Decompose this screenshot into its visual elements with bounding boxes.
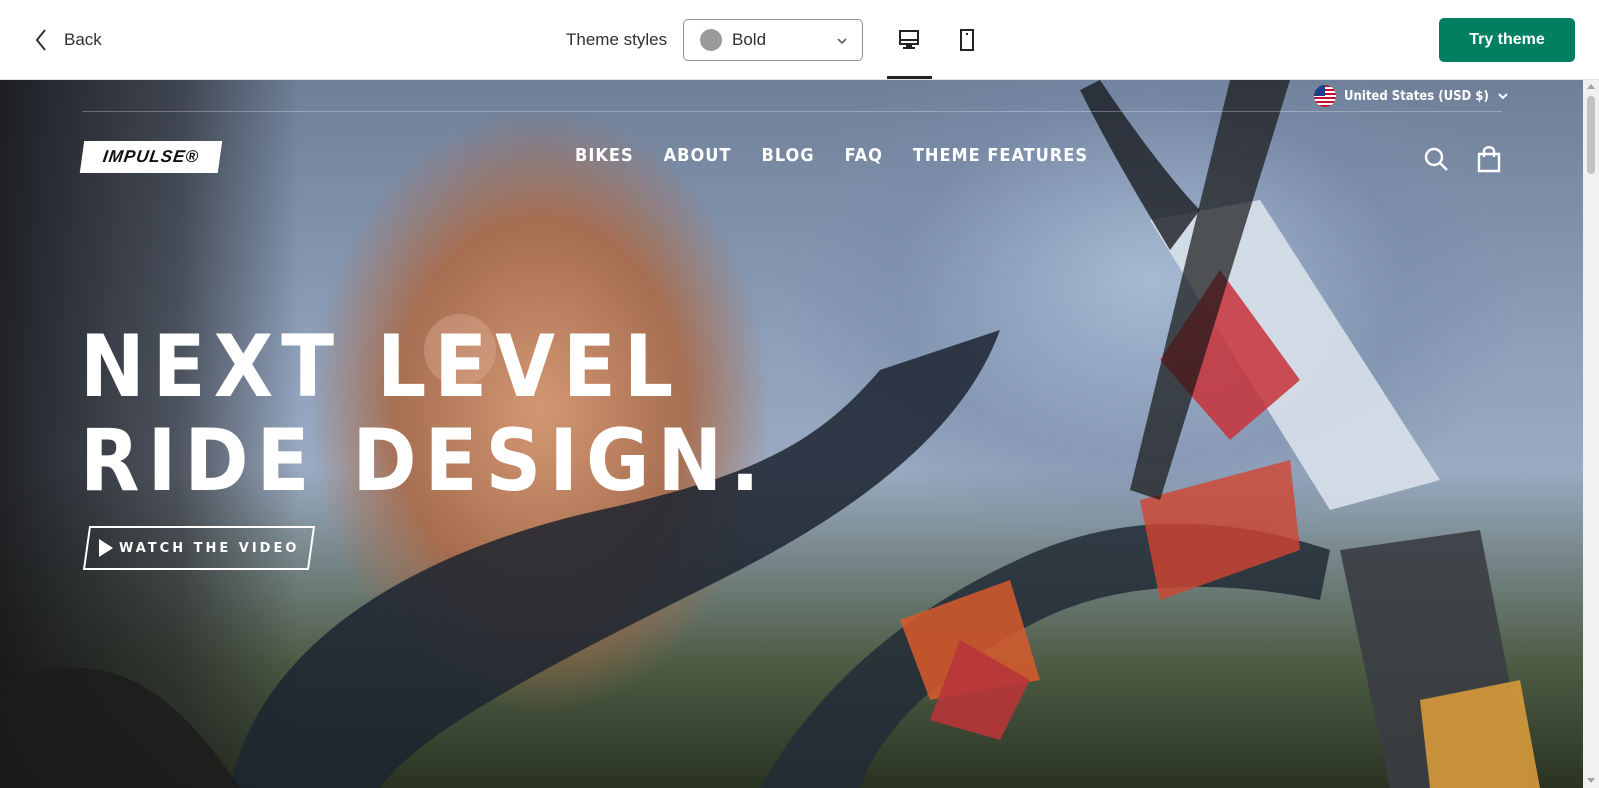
desktop-view-button[interactable] xyxy=(887,18,931,62)
chevron-down-icon xyxy=(837,38,847,45)
currency-label: United States (USD $) xyxy=(1344,88,1489,104)
cart-icon xyxy=(1477,146,1501,173)
header-divider xyxy=(82,111,1502,112)
back-button[interactable]: Back xyxy=(32,24,102,56)
theme-style-value: Bold xyxy=(732,30,767,49)
mobile-view-button[interactable] xyxy=(945,18,989,62)
scrollbar-thumb[interactable] xyxy=(1587,96,1595,174)
search-icon xyxy=(1424,147,1448,171)
watch-video-button[interactable]: WATCH THE VIDEO xyxy=(82,526,316,570)
scroll-up-arrow-icon[interactable] xyxy=(1587,84,1595,89)
theme-style-select[interactable]: Bold xyxy=(683,19,863,61)
store-logo[interactable]: IMPULSE® xyxy=(79,141,223,173)
active-view-indicator xyxy=(887,76,932,79)
nav-item-about[interactable]: ABOUT xyxy=(664,145,732,166)
scroll-down-arrow-icon[interactable] xyxy=(1587,778,1595,783)
theme-styles-label: Theme styles xyxy=(566,30,668,49)
search-button[interactable] xyxy=(1420,143,1452,175)
nav-item-blog[interactable]: BLOG xyxy=(761,145,814,166)
preview-scrollbar[interactable] xyxy=(1583,80,1599,788)
logo-text: IMPULSE® xyxy=(101,147,201,166)
desktop-icon xyxy=(899,30,919,49)
nav-item-faq[interactable]: FAQ xyxy=(845,145,883,166)
watch-video-label: WATCH THE VIDEO xyxy=(118,540,300,556)
back-label: Back xyxy=(64,30,102,49)
mobile-icon xyxy=(960,29,974,51)
main-navigation: BIKES ABOUT BLOG FAQ THEME FEATURES xyxy=(575,145,1088,166)
play-icon xyxy=(98,539,113,557)
editor-toolbar: Back Theme styles Bold Try theme xyxy=(0,0,1599,80)
nav-item-bikes[interactable]: BIKES xyxy=(575,145,634,166)
hero-title: NEXT LEVEL RIDE DESIGN. xyxy=(80,320,768,508)
chevron-down-icon xyxy=(1498,93,1508,100)
hero-title-line-2: RIDE DESIGN. xyxy=(80,411,768,511)
currency-selector[interactable]: United States (USD $) xyxy=(1314,85,1509,107)
style-color-swatch xyxy=(700,29,722,51)
hero-title-line-1: NEXT LEVEL xyxy=(80,317,682,417)
theme-preview: United States (USD $) IMPULSE® BIKES ABO… xyxy=(0,80,1583,788)
chevron-left-icon xyxy=(35,29,46,51)
us-flag-icon xyxy=(1314,85,1336,107)
nav-item-theme-features[interactable]: THEME FEATURES xyxy=(913,145,1088,166)
cart-button[interactable] xyxy=(1473,143,1505,175)
try-theme-button[interactable]: Try theme xyxy=(1439,18,1575,62)
